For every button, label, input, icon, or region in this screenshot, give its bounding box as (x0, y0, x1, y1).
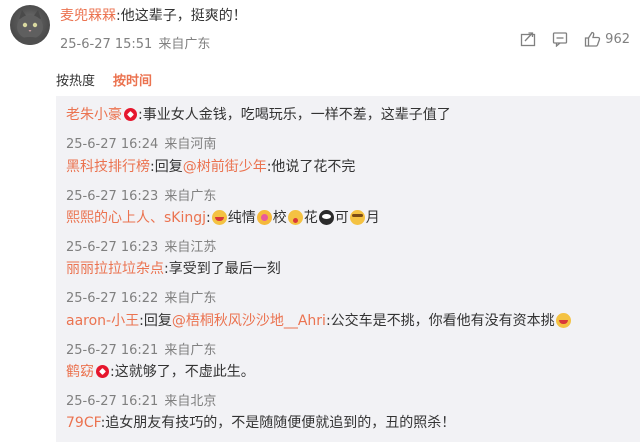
reply-text: :这就够了，不虚此生。 (110, 364, 255, 380)
reply-meta: 25-6-27 16:24 来自河南 (66, 133, 216, 152)
reply-text-part: 校 (272, 210, 287, 226)
sort-tabs: 按热度 按时间 (56, 70, 152, 89)
tab-sort-hot[interactable]: 按热度 (56, 70, 95, 89)
lips-emoji (211, 210, 227, 225)
reply-text: :追女朋友有技巧的，不是随随便便就追到的，丑的照杀！ (100, 415, 456, 431)
reply-text: :事业女人金钱，吃喝玩乐，一样不差，这辈子值了 (138, 107, 451, 123)
vip-icon (124, 108, 137, 121)
like-count: 962 (605, 31, 630, 47)
reply-timestamp: 25-6-27 16:24 (66, 137, 159, 152)
comment-username[interactable]: 麦兜槑槑 (60, 8, 116, 24)
reply-timestamp: 25-6-27 16:23 (66, 240, 159, 255)
share-icon (521, 32, 536, 47)
reply-body: 鹤窈 :这就够了，不虚此生。 (66, 362, 255, 382)
reply-body: aaron-小王:回复@梧桐秋风沙沙地__Ahri:公交车是不挑，你看他有没有资… (66, 311, 572, 331)
comment-timestamp: 25-6-27 15:51 (60, 37, 153, 52)
reply-text-part: 纯情 (227, 210, 256, 226)
reply-username[interactable]: aaron-小王 (66, 313, 139, 329)
reply-timestamp: 25-6-27 16:21 (66, 343, 159, 358)
reply-prefix: :回复 (139, 313, 172, 329)
reply-mention[interactable]: @梧桐秋风沙沙地__Ahri (172, 313, 326, 329)
reply-text: :他说了花不完 (266, 159, 356, 175)
kiss-emoji (287, 210, 303, 225)
reply-username[interactable]: 79CF (66, 415, 101, 431)
reply-text-part: 可 (334, 210, 349, 226)
reply-username[interactable]: 熙熙的心上人、sKingj (66, 210, 206, 226)
reply-timestamp: 25-6-27 16:22 (66, 291, 159, 306)
reply-meta: 25-6-27 16:21 来自广东 (66, 339, 216, 358)
reply-mention[interactable]: @树前街少年 (183, 159, 267, 175)
reply-source: 来自河南 (164, 137, 217, 152)
comment-source: 来自广东 (158, 37, 211, 52)
reply-username[interactable]: 老朱小豪 (66, 107, 122, 123)
reply-meta: 25-6-27 16:23 来自江苏 (66, 236, 216, 255)
reply-source: 来自北京 (164, 394, 217, 409)
reply-prefix: :回复 (150, 159, 183, 175)
share-button[interactable] (520, 31, 536, 47)
reply-list: 老朱小豪 :事业女人金钱，吃喝玩乐，一样不差，这辈子值了 25-6-27 16:2… (56, 96, 640, 442)
reply-timestamp: 25-6-27 16:23 (66, 189, 159, 204)
like-button[interactable]: 962 (584, 31, 630, 47)
reply-username[interactable]: 黑科技排行榜 (66, 159, 150, 175)
reply-source: 来自广东 (164, 343, 217, 358)
reply-body: 79CF:追女朋友有技巧的，不是随随便便就追到的，丑的照杀！ (66, 413, 455, 433)
reply-meta: 25-6-27 16:23 来自广东 (66, 185, 216, 204)
reply-body: 熙熙的心上人、sKingj: 纯情校花可月 (66, 208, 380, 228)
like-icon (585, 31, 601, 47)
comment-actions: 962 (520, 31, 630, 47)
reply-username[interactable]: 鹤窈 (66, 364, 94, 380)
reply-username[interactable]: 丽丽拉拉垃杂点 (66, 261, 164, 277)
reply-timestamp: 25-6-27 16:21 (66, 394, 159, 409)
reply-text-part: : (206, 210, 211, 226)
reply-body: 老朱小豪 :事业女人金钱，吃喝玩乐，一样不差，这辈子值了 (66, 105, 451, 125)
comment-text: :他这辈子，挺爽的！ (116, 8, 247, 24)
reply-body: 黑科技排行榜:回复@树前街少年:他说了花不完 (66, 157, 355, 177)
reply-text: :享受到了最后一刻 (164, 261, 281, 277)
tab-sort-time[interactable]: 按时间 (113, 70, 152, 89)
comment-body: 麦兜槑槑:他这辈子，挺爽的！ (60, 6, 247, 26)
cat-emoji (555, 313, 571, 328)
reply-meta: 25-6-27 16:22 来自广东 (66, 287, 216, 306)
avatar[interactable] (10, 5, 50, 45)
reply-text-part: 花 (303, 210, 318, 226)
comment-icon (553, 32, 568, 47)
reply-source: 来自广东 (164, 189, 217, 204)
reply-meta: 25-6-27 16:21 来自北京 (66, 390, 216, 409)
reply-button[interactable] (552, 31, 568, 47)
reply-body: 丽丽拉拉垃杂点:享受到了最后一刻 (66, 259, 281, 279)
blush-emoji (256, 210, 272, 225)
vip-icon (96, 365, 109, 378)
cat-avatar-icon (16, 10, 44, 45)
comment-meta: 25-6-27 15:51 来自广东 (60, 33, 210, 52)
reply-text-part: 月 (365, 210, 380, 226)
smirk-emoji (349, 210, 365, 225)
reply-source: 来自江苏 (164, 240, 217, 255)
panda-emoji (318, 210, 334, 225)
weibo-comment-thread: 麦兜槑槑:他这辈子，挺爽的！ 25-6-27 15:51 来自广东 962 按热… (0, 0, 640, 442)
reply-source: 来自广东 (164, 291, 217, 306)
reply-text: :公交车是不挑，你看他有没有资本挑 (325, 313, 555, 329)
